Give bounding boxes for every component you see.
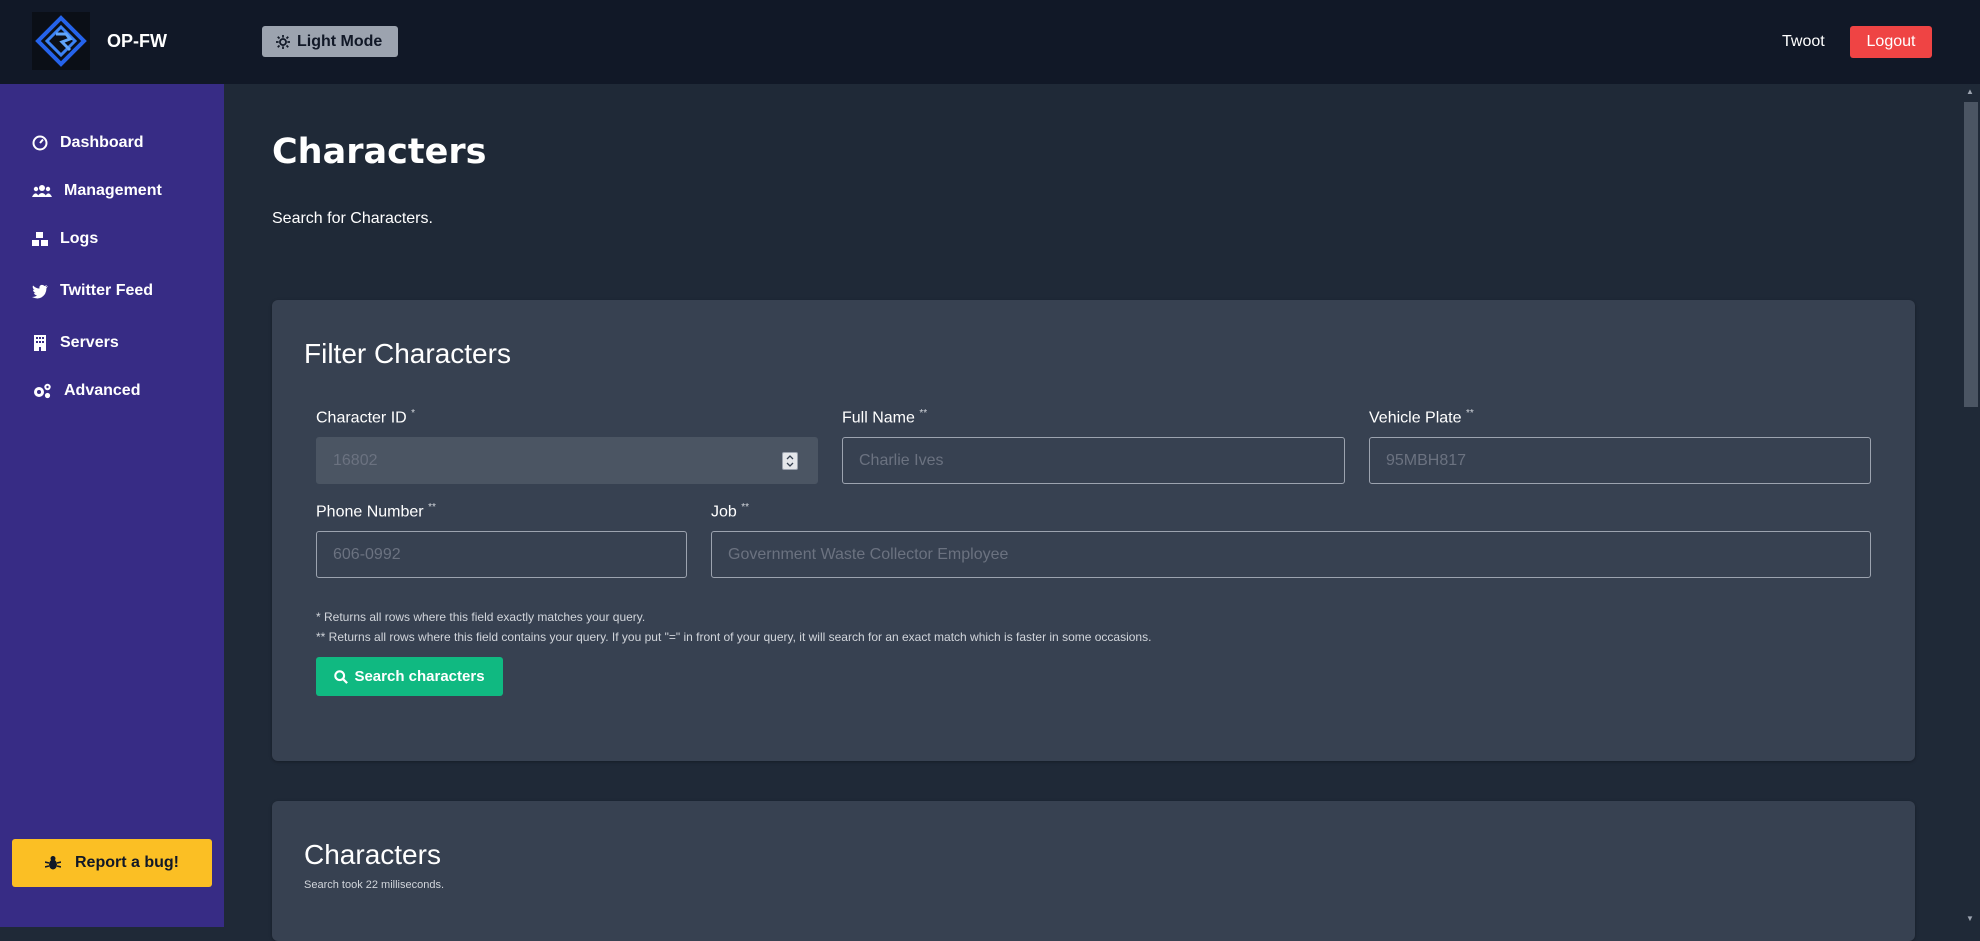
user-name[interactable]: Twoot	[1782, 33, 1825, 51]
search-time: Search took 22 milliseconds.	[304, 879, 445, 891]
full-name-marker: **	[919, 408, 928, 419]
phone-number-label-text: Phone Number	[316, 503, 424, 521]
search-icon	[334, 669, 349, 684]
vehicle-plate-marker: **	[1465, 408, 1474, 419]
report-bug-label: Report a bug!	[75, 854, 179, 871]
vehicle-plate-input[interactable]	[1369, 437, 1871, 484]
full-name-label: Full Name **	[842, 408, 927, 427]
number-spinner[interactable]	[782, 452, 798, 470]
sidebar-item-label: Dashboard	[60, 134, 144, 151]
phone-number-label: Phone Number **	[316, 502, 436, 521]
bug-icon	[45, 856, 61, 870]
top-bar: OP-FW Light Mode Twoot Logout	[0, 0, 1980, 85]
results-card: Characters Search took 22 milliseconds.	[272, 801, 1915, 941]
brand-name[interactable]: OP-FW	[107, 31, 167, 52]
page-scrollbar[interactable]: ▲ ▼	[1962, 84, 1980, 927]
sidebar-item-dashboard[interactable]: Dashboard	[32, 134, 144, 152]
page-subtitle: Search for Characters.	[272, 210, 433, 227]
sidebar-item-logs[interactable]: Logs	[32, 230, 98, 248]
users-icon	[32, 185, 52, 197]
report-bug-button[interactable]: Report a bug!	[12, 839, 212, 887]
page-title: Characters	[272, 132, 487, 172]
gears-icon	[34, 383, 51, 399]
search-characters-button[interactable]: Search characters	[316, 657, 503, 696]
sidebar: Dashboard Management Logs Twitter Feed S…	[0, 84, 224, 927]
building-icon	[34, 335, 46, 351]
logout-button[interactable]: Logout	[1850, 26, 1932, 58]
spinner-arrows-icon	[786, 455, 794, 467]
character-id-marker: *	[411, 408, 416, 419]
full-name-input[interactable]	[842, 437, 1345, 484]
sidebar-item-advanced[interactable]: Advanced	[32, 382, 140, 400]
light-mode-label: Light Mode	[297, 32, 383, 50]
sidebar-item-twitter-feed[interactable]: Twitter Feed	[32, 282, 153, 300]
character-id-input[interactable]	[316, 437, 818, 484]
job-label: Job **	[711, 502, 749, 521]
logo[interactable]	[32, 12, 90, 70]
job-marker: **	[741, 502, 750, 513]
filter-card: Filter Characters Character ID * Full Na…	[272, 300, 1915, 761]
character-id-label-text: Character ID	[316, 409, 407, 427]
twitter-icon	[32, 284, 48, 299]
vehicle-plate-label: Vehicle Plate **	[1369, 408, 1474, 427]
scroll-up-icon[interactable]: ▲	[1966, 87, 1974, 96]
sidebar-item-label: Logs	[60, 230, 99, 247]
vehicle-plate-label-text: Vehicle Plate	[1369, 409, 1462, 427]
light-mode-button[interactable]: Light Mode	[262, 26, 399, 57]
scroll-down-icon[interactable]: ▼	[1966, 914, 1974, 923]
sidebar-item-label: Servers	[60, 334, 119, 351]
sidebar-item-label: Twitter Feed	[60, 282, 154, 299]
sidebar-item-label: Advanced	[64, 382, 141, 399]
contains-match-note: ** Returns all rows where this field con…	[316, 630, 1152, 644]
full-name-label-text: Full Name	[842, 409, 915, 427]
filter-title: Filter Characters	[304, 338, 511, 369]
dashboard-icon	[32, 135, 48, 151]
job-input[interactable]	[711, 531, 1871, 578]
job-label-text: Job	[711, 503, 737, 521]
sidebar-item-servers[interactable]: Servers	[32, 334, 119, 352]
sun-icon	[276, 34, 290, 49]
phone-number-input[interactable]	[316, 531, 687, 578]
boxes-icon	[32, 232, 48, 246]
sidebar-item-management[interactable]: Management	[32, 182, 162, 200]
exact-match-note: * Returns all rows where this field exac…	[316, 610, 646, 624]
sidebar-item-label: Management	[64, 182, 162, 199]
search-characters-label: Search characters	[354, 668, 485, 685]
scroll-thumb[interactable]	[1964, 102, 1978, 407]
results-title: Characters	[304, 839, 441, 870]
logo-icon	[32, 12, 90, 70]
character-id-label: Character ID *	[316, 408, 415, 427]
phone-number-marker: **	[428, 502, 436, 513]
